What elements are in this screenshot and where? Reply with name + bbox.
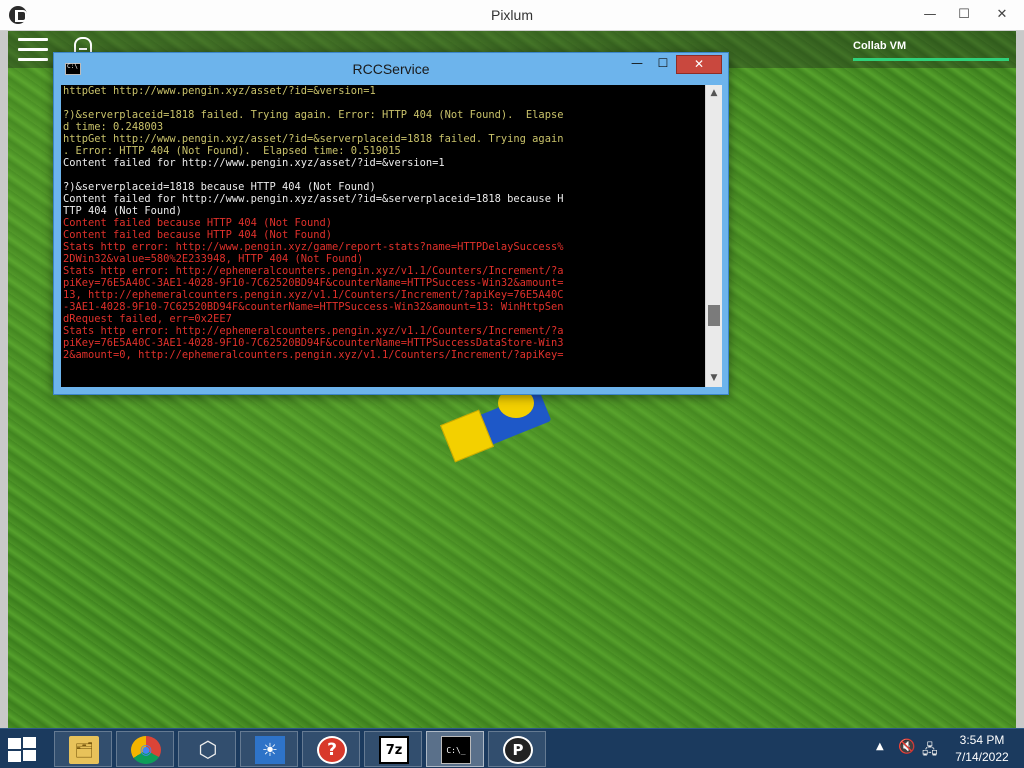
console-line: d time: 0.248003 (63, 121, 164, 133)
sun-icon: ☀ (255, 736, 285, 764)
console-output[interactable]: httpGet http://www.pengin.xyz/asset/?id=… (61, 85, 722, 387)
console-line: Content failed for http://www.pengin.xyz… (63, 193, 564, 205)
pixlum-close-button[interactable]: ✕ (988, 4, 1016, 26)
pixlum-title-bar[interactable]: Pixlum — ☐ ✕ (0, 0, 1024, 31)
console-line: -3AE1-4028-9F10-7C62520BD94F&counterName… (63, 301, 564, 313)
start-button[interactable] (8, 737, 38, 763)
taskbar-app-help[interactable]: ? (302, 731, 360, 767)
collab-vm-label: Collab VM (853, 40, 907, 52)
taskbar-app-pixlum[interactable]: P (488, 731, 546, 767)
pixlum-window-title: Pixlum (490, 7, 533, 23)
console-line: Content failed because HTTP 404 (Not Fou… (63, 217, 332, 229)
taskbar: ▲ 🔇 🖧 3:54 PM 7/14/2022 🗂 ◉ ⬡ ☀? 7z C:\_ P (0, 728, 1024, 768)
scrollbar-thumb[interactable] (708, 305, 720, 326)
console-line: Stats http error: http://www.pengin.xyz/… (63, 241, 564, 253)
console-line: dRequest failed, err=0x2EE7 (63, 313, 232, 325)
console-line: Content failed for http://www.pengin.xyz… (63, 157, 445, 169)
collab-vm-health-bar (853, 58, 1009, 61)
clock-time[interactable]: 3:54 PM (950, 733, 1014, 747)
console-line: piKey=76E5A40C-3AE1-4028-9F10-7C62520BD9… (63, 337, 564, 349)
console-line: piKey=76E5A40C-3AE1-4028-9F10-7C62520BD9… (63, 277, 564, 289)
console-icon: C:\_ (441, 736, 471, 764)
scroll-up-arrow-icon[interactable]: ▲ (706, 85, 722, 102)
taskbar-app-7-zip[interactable]: 7z (364, 731, 422, 767)
taskbar-app-brightness[interactable]: ☀ (240, 731, 298, 767)
rccservice-minimize-button[interactable]: — (626, 55, 648, 74)
rccservice-maximize-button[interactable]: ☐ (652, 55, 674, 74)
volume-muted-icon[interactable]: 🔇 (898, 739, 915, 755)
network-icon[interactable]: 🖧 (922, 739, 938, 763)
rccservice-title-bar[interactable]: RCCService — ☐ ✕ (54, 53, 728, 84)
console-scrollbar[interactable]: ▲ ▼ (705, 85, 722, 387)
clock-date[interactable]: 7/14/2022 (950, 750, 1014, 764)
chrome-icon: ◉ (131, 736, 161, 764)
question-icon: ? (317, 736, 347, 764)
console-line: Stats http error: http://ephemeralcounte… (63, 265, 564, 277)
windows-logo-icon (8, 738, 21, 749)
console-line: TTP 404 (Not Found) (63, 205, 182, 217)
pixlum-icon: P (503, 736, 533, 764)
console-line: 2&amount=0, http://ephemeralcounters.pen… (63, 349, 564, 361)
taskbar-app-chrome[interactable]: ◉ (116, 731, 174, 767)
rccservice-window[interactable]: RCCService — ☐ ✕ httpGet http://www.peng… (53, 52, 729, 395)
console-line: ?)&serverplaceid=1818 because HTTP 404 (… (63, 181, 376, 193)
taskbar-app-unity[interactable]: ⬡ (178, 731, 236, 767)
console-line: Stats http error: http://ephemeralcounte… (63, 325, 564, 337)
scroll-down-arrow-icon[interactable]: ▼ (706, 370, 722, 387)
pixlum-maximize-button[interactable]: ☐ (950, 4, 978, 26)
show-hidden-icons-arrow-icon[interactable]: ▲ (876, 741, 884, 752)
console-line: httpGet http://www.pengin.xyz/asset/?id=… (63, 85, 376, 97)
console-text: httpGet http://www.pengin.xyz/asset/?id=… (63, 85, 703, 361)
console-line: 13, http://ephemeralcounters.pengin.xyz/… (63, 289, 564, 301)
pixlum-minimize-button[interactable]: — (916, 4, 944, 26)
unity-cube-icon: ⬡ (198, 737, 218, 763)
console-line: 2DWin32&value=580%2E233948, HTTP 404 (No… (63, 253, 364, 265)
taskbar-app-console[interactable]: C:\_ (426, 731, 484, 767)
console-line: . Error: HTTP 404 (Not Found). Elapsed t… (63, 145, 401, 157)
console-line: Content failed because HTTP 404 (Not Fou… (63, 229, 332, 241)
7z-icon: 7z (379, 736, 409, 764)
console-line: httpGet http://www.pengin.xyz/asset/?id=… (63, 133, 564, 145)
folder-icon: 🗂 (69, 736, 99, 764)
rccservice-close-button[interactable]: ✕ (676, 55, 722, 74)
taskbar-app-file-explorer[interactable]: 🗂 (54, 731, 112, 767)
console-line: ?)&serverplaceid=1818 failed. Trying aga… (63, 109, 564, 121)
hamburger-menu-icon[interactable] (18, 38, 48, 62)
